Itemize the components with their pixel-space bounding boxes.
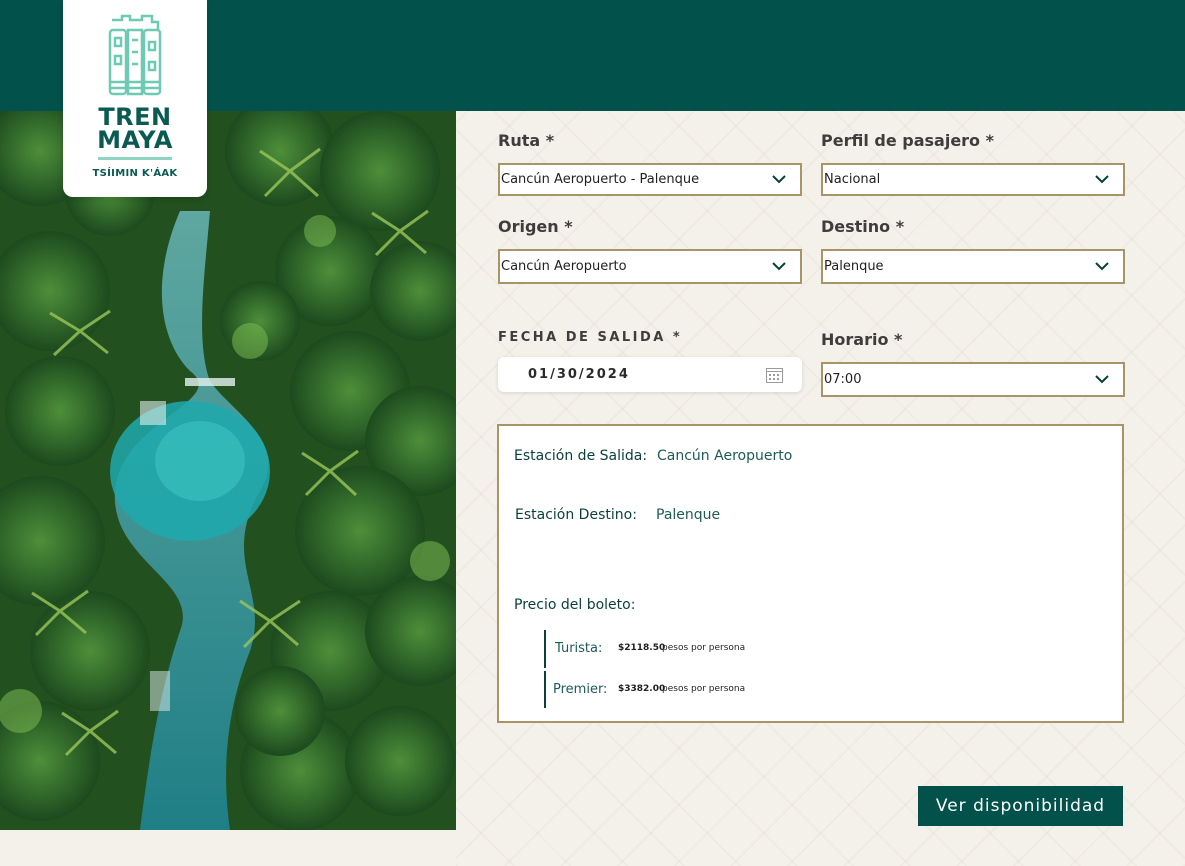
fare-premier-amount: $3382.00 (618, 684, 666, 694)
logo-subtitle: TSÍIMIN K'ÁAK (92, 168, 178, 179)
salida-label: Estación de Salida: (514, 448, 648, 464)
destino-label: Destino * (821, 217, 905, 236)
perfil-value: Nacional (824, 172, 881, 187)
origen-select[interactable]: Cancún Aeropuerto (498, 249, 802, 284)
calendar-icon[interactable] (766, 367, 783, 383)
logo-title: TREN MAYA (97, 105, 173, 154)
ver-disponibilidad-button[interactable]: Ver disponibilidad (918, 786, 1123, 826)
perfil-label: Perfil de pasajero * (821, 131, 994, 150)
fecha-input[interactable]: 01/30/2024 (498, 357, 802, 392)
horario-label: Horario * (821, 330, 903, 349)
fecha-label: FECHA DE SALIDA * (498, 330, 683, 345)
fare-turista-unit: pesos por persona (662, 643, 746, 653)
horario-select[interactable]: 07:00 (821, 362, 1125, 397)
fare-premier-name: Premier: (553, 682, 608, 697)
chevron-down-icon (1095, 175, 1109, 184)
fecha-value: 01/30/2024 (528, 367, 630, 382)
maya-glyph-icon (108, 14, 162, 96)
fare-divider (544, 671, 546, 708)
destino-value: Palenque (824, 259, 884, 274)
salida-value: Cancún Aeropuerto (657, 448, 793, 464)
trip-summary-panel: Estación de Salida: Cancún Aeropuerto Es… (497, 424, 1124, 723)
fare-premier-unit: pesos por persona (662, 684, 746, 694)
hero-photo (0, 111, 456, 830)
chevron-down-icon (772, 175, 786, 184)
bottom-strip (0, 830, 456, 866)
horario-value: 07:00 (824, 372, 862, 387)
perfil-select[interactable]: Nacional (821, 163, 1125, 196)
tren-maya-logo[interactable]: TREN MAYA TSÍIMIN K'ÁAK (63, 0, 207, 197)
ruta-value: Cancún Aeropuerto - Palenque (501, 172, 700, 187)
logo-title-line2: MAYA (97, 126, 173, 154)
destino-station-value: Palenque (656, 507, 721, 523)
price-title: Precio del boleto: (514, 597, 636, 613)
fare-turista-amount: $2118.50 (618, 643, 666, 653)
fare-turista-name: Turista: (555, 641, 603, 656)
fare-divider (544, 630, 546, 668)
origen-value: Cancún Aeropuerto (501, 259, 627, 274)
ruta-select[interactable]: Cancún Aeropuerto - Palenque (498, 163, 802, 196)
destino-station-label: Estación Destino: (515, 507, 637, 523)
chevron-down-icon (772, 262, 786, 271)
chevron-down-icon (1095, 262, 1109, 271)
ruta-label: Ruta * (498, 131, 555, 150)
destino-select[interactable]: Palenque (821, 249, 1125, 284)
jungle-river-illustration (0, 111, 456, 830)
origen-label: Origen * (498, 217, 573, 236)
chevron-down-icon (1095, 375, 1109, 384)
logo-divider (98, 157, 172, 160)
